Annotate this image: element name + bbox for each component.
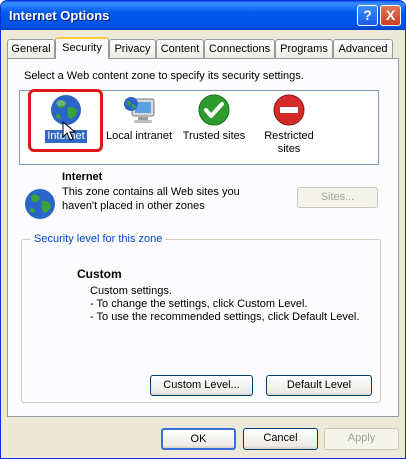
cancel-button[interactable]: Cancel [243,428,318,450]
tab-connections[interactable]: Connections [204,39,275,58]
security-level-line-2: - To change the settings, click Custom L… [90,298,308,310]
security-level-name: Custom [77,267,122,281]
zone-local-intranet[interactable]: Local intranet [104,93,174,143]
zone-restricted-sites-label-1: Restricted [264,130,314,142]
security-level-line-3: - To use the recommended settings, click… [90,311,360,323]
help-button[interactable]: ? [357,5,378,26]
internet-options-window: Internet Options ? X General Security Pr… [0,0,406,459]
tab-security[interactable]: Security [55,37,109,59]
tab-general[interactable]: General [7,39,55,58]
title-bar[interactable]: Internet Options ? X [1,1,405,30]
apply-button[interactable]: Apply [324,428,399,450]
tab-programs[interactable]: Programs [275,39,333,58]
selected-zone-description-2: haven't placed in other zones [62,200,205,212]
selected-zone-name: Internet [62,171,103,183]
selected-zone-globe-icon [25,189,55,219]
close-button[interactable]: X [380,5,401,26]
mouse-cursor-icon [62,121,77,141]
computer-globe-icon [124,97,155,123]
sites-button[interactable]: Sites... [297,187,378,208]
security-level-line-1: Custom settings. [90,285,172,297]
custom-level-button[interactable]: Custom Level... [150,375,253,396]
ok-button[interactable]: OK [161,428,236,450]
zone-restricted-sites[interactable]: Restricted sites [254,93,324,156]
zone-local-intranet-label: Local intranet [105,130,173,142]
tab-advanced[interactable]: Advanced [333,39,393,58]
window-title: Internet Options [9,8,110,23]
tab-content[interactable]: Content [156,39,204,58]
zones-prompt: Select a Web content zone to specify its… [24,70,304,82]
security-level-group-title: Security level for this zone [31,233,166,245]
zone-trusted-sites-label: Trusted sites [182,130,246,142]
check-icon [198,94,230,126]
selected-zone-description-1: This zone contains all Web sites you [62,186,240,198]
zone-restricted-sites-label-2: sites [277,143,301,155]
no-entry-icon [273,94,305,126]
tab-privacy[interactable]: Privacy [109,39,156,58]
default-level-button[interactable]: Default Level [266,375,372,396]
zone-trusted-sites[interactable]: Trusted sites [179,93,249,143]
